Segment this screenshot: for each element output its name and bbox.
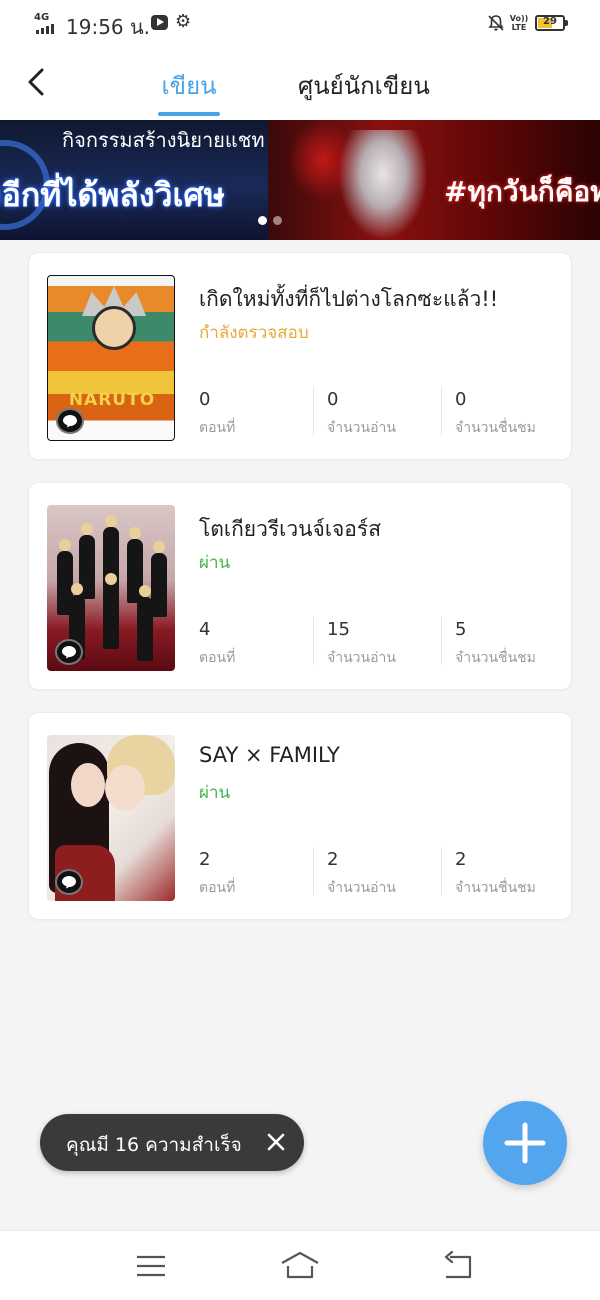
stat-likes: 0 จำนวนชื่นชม (455, 387, 575, 441)
stat-value: 4 (199, 619, 211, 640)
divider (313, 847, 314, 895)
stat-value: 5 (455, 619, 467, 640)
close-icon (267, 1133, 285, 1151)
divider (441, 387, 442, 435)
tab-write-label: เขียน (161, 72, 217, 100)
story-cover: NARUTO (47, 275, 175, 441)
stat-likes: 2 จำนวนชื่นชม (455, 847, 575, 901)
stat-label: ตอนที่ (199, 650, 236, 666)
story-card[interactable]: โตเกียวรีเวนจ์เจอร์ส ผ่าน 4 ตอนที่ 15 จำ… (28, 482, 572, 690)
pagination-dot (273, 216, 282, 225)
story-status: กำลังตรวจสอบ (199, 323, 309, 343)
stat-label: จำนวนอ่าน (327, 880, 396, 896)
stat-label: จำนวนอ่าน (327, 650, 396, 666)
pagination-dot-active (258, 216, 267, 225)
stat-reads: 0 จำนวนอ่าน (327, 387, 447, 441)
stat-label: จำนวนชื่นชม (455, 650, 536, 666)
stat-value: 0 (455, 389, 467, 410)
story-cover (47, 735, 175, 901)
stat-label: จำนวนชื่นชม (455, 880, 536, 896)
banner-headline: งอีกที่ได้พลังวิเศษ (0, 176, 225, 214)
chat-bubble-icon (55, 869, 83, 895)
chat-bubble-icon (56, 408, 84, 434)
divider (441, 617, 442, 665)
nav-back-button[interactable] (438, 1249, 478, 1283)
active-tab-indicator (158, 112, 220, 116)
story-card[interactable]: NARUTO เกิดใหม่ทั้งที่ก็ไปต่างโลกซะแล้ว!… (28, 252, 572, 460)
plus-icon (504, 1122, 546, 1164)
stat-reads: 2 จำนวนอ่าน (327, 847, 447, 901)
stat-likes: 5 จำนวนชื่นชม (455, 617, 575, 671)
youtube-icon (151, 15, 168, 30)
add-story-button[interactable] (483, 1101, 567, 1185)
banner-slide-chat-novel: กิจกรรมสร้างนิยายแชท งอีกที่ได้พลังวิเศษ (0, 120, 268, 240)
stat-value: 0 (327, 389, 339, 410)
stat-episodes: 0 ตอนที่ (199, 387, 319, 441)
cover-logo: NARUTO (68, 390, 156, 410)
stat-label: ตอนที่ (199, 880, 236, 896)
status-bar: 4G 19:56 น. ⚙ Vo)) LTE 29 (0, 0, 600, 46)
menu-icon (137, 1255, 165, 1277)
banner-pagination (258, 216, 282, 225)
story-status: ผ่าน (199, 783, 231, 803)
bell-off-icon (488, 15, 504, 31)
story-title: เกิดใหม่ทั้งที่ก็ไปต่างโลกซะแล้ว!! (199, 287, 499, 311)
system-nav-bar (0, 1230, 600, 1300)
stat-value: 2 (199, 849, 211, 870)
stat-label: ตอนที่ (199, 420, 236, 436)
toast-message: คุณมี 16 ความสำเร็จ (66, 1134, 242, 1156)
chevron-left-icon (28, 68, 44, 96)
stat-label: จำนวนชื่นชม (455, 420, 536, 436)
network-type: 4G (34, 12, 50, 23)
stat-value: 0 (199, 389, 211, 410)
story-card[interactable]: SAY × FAMILY ผ่าน 2 ตอนที่ 2 จำนวนอ่าน 2… (28, 712, 572, 920)
header: เขียน ศูนย์นักเขียน (0, 46, 600, 120)
stat-value: 2 (327, 849, 339, 870)
story-cover (47, 505, 175, 671)
battery-level: 29 (543, 16, 557, 27)
status-time: 19:56 น. (66, 15, 151, 39)
volte-icon: Vo)) LTE (509, 14, 529, 32)
stat-value: 15 (327, 619, 350, 640)
home-icon (281, 1251, 319, 1279)
tab-writer-center-label: ศูนย์นักเขียน (298, 72, 430, 100)
divider (313, 387, 314, 435)
banner-hashtag: #ทุกวันก็คือทุ (444, 175, 600, 208)
divider (441, 847, 442, 895)
battery-icon: 29 (535, 15, 568, 31)
story-status: ผ่าน (199, 553, 231, 573)
nav-home-button[interactable] (280, 1249, 320, 1283)
back-button[interactable] (18, 60, 58, 104)
banner-subtitle: กิจกรรมสร้างนิยายแชท (62, 128, 265, 152)
story-title: โตเกียวรีเวนจ์เจอร์ส (199, 517, 382, 541)
stat-episodes: 2 ตอนที่ (199, 847, 319, 901)
stat-value: 2 (455, 849, 467, 870)
nav-menu-button[interactable] (131, 1249, 171, 1283)
tab-write[interactable]: เขียน (158, 66, 220, 116)
tab-writer-center[interactable]: ศูนย์นักเขียน (298, 66, 430, 105)
gear-icon: ⚙ (175, 11, 192, 32)
banner-slide-hashtag: #ทุกวันก็คือทุ (268, 120, 600, 240)
toast-close-button[interactable] (262, 1128, 290, 1156)
signal-icon: 4G (34, 12, 62, 34)
achievement-toast[interactable]: คุณมี 16 ความสำเร็จ (40, 1114, 304, 1171)
promo-banner[interactable]: กิจกรรมสร้างนิยายแชท งอีกที่ได้พลังวิเศษ… (0, 120, 600, 240)
stat-episodes: 4 ตอนที่ (199, 617, 319, 671)
back-icon (444, 1250, 472, 1279)
stat-label: จำนวนอ่าน (327, 420, 396, 436)
stat-reads: 15 จำนวนอ่าน (327, 617, 447, 671)
chat-bubble-icon (55, 639, 83, 665)
divider (313, 617, 314, 665)
story-title: SAY × FAMILY (199, 743, 340, 767)
